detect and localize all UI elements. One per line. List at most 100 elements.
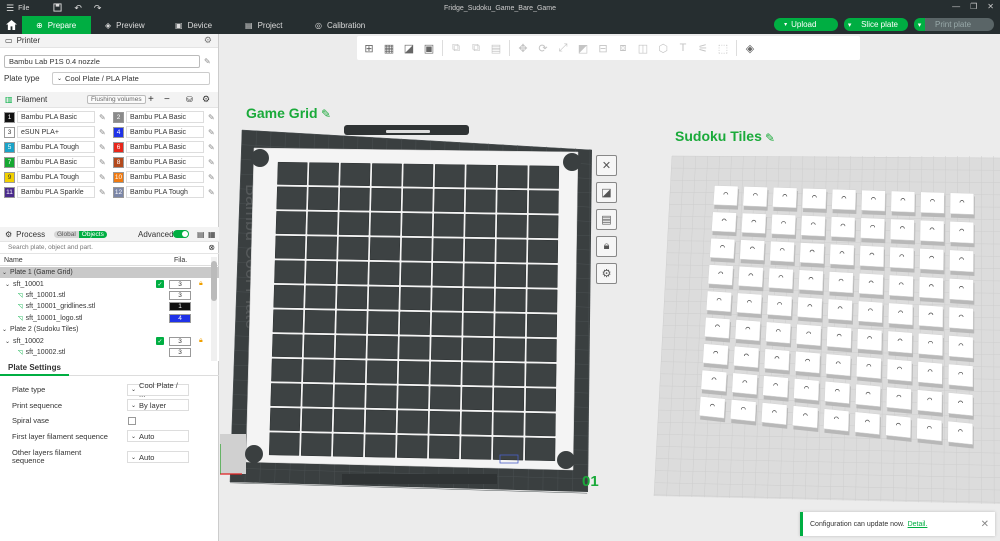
filament-color-swatch[interactable]: 9 [4, 171, 15, 183]
add-filament-icon[interactable]: + [148, 94, 154, 105]
tree-row[interactable]: ◹ sft_10001.stl 3 [0, 290, 219, 301]
orient-icon[interactable]: ◪ [399, 38, 419, 58]
filament-slot[interactable]: 8 Bambu PLA Basic ✎ [113, 156, 222, 168]
filament-color-swatch[interactable]: 8 [113, 156, 124, 168]
filament-slot[interactable]: 4 Bambu PLA Basic ✎ [113, 126, 222, 138]
close-plate-icon[interactable]: ✕ [596, 155, 617, 176]
setting-value-select[interactable]: ⌄ Auto [127, 430, 189, 443]
print-plate-button[interactable]: Print plate [925, 18, 994, 31]
edit-icon[interactable]: ✎ [99, 143, 106, 152]
flushing-volumes-button[interactable]: Flushing volumes [87, 95, 146, 104]
part-icon[interactable]: ◹ [18, 315, 23, 322]
sync-icon[interactable]: ⛁ [186, 95, 193, 104]
filament-color-swatch[interactable]: 3 [4, 126, 15, 138]
chevron-down-icon[interactable]: ⌄ [5, 338, 10, 345]
filament-slot[interactable]: 7 Bambu PLA Basic ✎ [4, 156, 113, 168]
part-icon[interactable]: ◹ [18, 292, 23, 299]
support-paint-icon[interactable]: ◫ [633, 38, 653, 58]
chevron-down-icon[interactable]: ⌄ [2, 326, 7, 333]
gear-icon[interactable]: ⚙ [202, 94, 210, 105]
filament-slot[interactable]: 2 Bambu PLA Basic ✎ [113, 111, 222, 123]
close-icon[interactable]: ✕ [981, 519, 989, 530]
filament-cell[interactable]: 1 [169, 302, 191, 312]
filament-name[interactable]: Bambu PLA Basic [126, 111, 204, 123]
lock-icon[interactable]: 🔒︎ [199, 337, 203, 345]
filament-name[interactable]: Bambu PLA Basic [126, 171, 204, 183]
filament-slot[interactable]: 3 eSUN PLA+ ✎ [4, 126, 113, 138]
visible-checkbox[interactable]: ✓ [156, 337, 164, 346]
filament-name[interactable]: Bambu PLA Tough [126, 186, 204, 198]
filament-name[interactable]: Bambu PLA Basic [17, 111, 95, 123]
filament-name[interactable]: Bambu PLA Basic [17, 156, 95, 168]
add-plate-icon[interactable]: ▦ [379, 38, 399, 58]
filament-name[interactable]: Bambu PLA Basic [126, 156, 204, 168]
filament-slot[interactable]: 12 Bambu PLA Tough ✎ [113, 186, 222, 198]
list-view-icon[interactable]: ▤ [197, 230, 205, 239]
edit-icon[interactable]: ✎ [208, 173, 215, 182]
edit-icon[interactable]: ✎ [208, 143, 215, 152]
filament-cell[interactable]: 3 [169, 279, 191, 289]
remove-filament-icon[interactable]: − [164, 94, 170, 105]
tab-prepare[interactable]: ⊕ Prepare [22, 16, 91, 34]
filament-color-swatch[interactable]: 10 [113, 171, 124, 183]
add-object-icon[interactable]: ⊞ [359, 38, 379, 58]
mesh-boolean-icon[interactable]: ⧈ [613, 38, 633, 58]
edit-plate-name-icon[interactable]: ✎ [765, 131, 775, 145]
filament-color-swatch[interactable]: 12 [113, 186, 124, 198]
print-dropdown-button[interactable]: ▾ [914, 18, 925, 31]
view-icon[interactable]: ◈ [740, 38, 760, 58]
tree-row[interactable]: ⌄ sft_10001 ✓ 🔒︎ 3 [0, 278, 219, 289]
filament-cell[interactable]: 4 [169, 313, 191, 323]
filament-name[interactable]: Bambu PLA Basic [126, 126, 204, 138]
part-icon[interactable]: ◹ [18, 303, 23, 310]
global-toggle[interactable]: Global [54, 230, 79, 238]
filament-slot[interactable]: 6 Bambu PLA Basic ✎ [113, 141, 222, 153]
lay-on-face-icon[interactable]: ◩ [573, 38, 593, 58]
slice-dropdown-button[interactable]: ▾ [844, 18, 856, 31]
filament-color-swatch[interactable]: 1 [4, 111, 15, 123]
restore-icon[interactable]: ❐ [970, 2, 977, 11]
filament-name[interactable]: Bambu PLA Basic [126, 141, 204, 153]
undo-icon[interactable]: ↶ [74, 3, 82, 14]
minimize-icon[interactable]: — [952, 2, 960, 11]
edit-plate-name-icon[interactable]: ✎ [321, 107, 331, 121]
move-icon[interactable]: ✥ [513, 38, 533, 58]
rotate-icon[interactable]: ⟳ [533, 38, 553, 58]
edit-icon[interactable]: ✎ [208, 113, 215, 122]
printer-select[interactable]: Bambu Lab P1S 0.4 nozzle [4, 54, 200, 68]
tree-row[interactable]: ◹ sft_10001_gridlines.stl 1 [0, 301, 219, 312]
arrange-plate-icon[interactable]: ▤ [596, 209, 617, 230]
chevron-down-icon[interactable]: ⌄ [2, 269, 7, 276]
measure-icon[interactable]: ⚟ [693, 38, 713, 58]
filament-color-swatch[interactable]: 6 [113, 141, 124, 153]
edit-icon[interactable]: ✎ [99, 158, 106, 167]
orient-plate-icon[interactable]: ◪ [596, 182, 617, 203]
filament-name[interactable]: Bambu PLA Tough [17, 171, 95, 183]
filament-name[interactable]: eSUN PLA+ [17, 126, 95, 138]
plate-settings-icon[interactable]: ⚙ [596, 263, 617, 284]
edit-icon[interactable]: ✎ [99, 128, 106, 137]
gear-icon[interactable]: ⚙ [204, 35, 212, 46]
save-icon[interactable] [53, 2, 62, 14]
filament-cell[interactable]: 3 [169, 290, 191, 300]
copy-icon[interactable]: ⧉ [446, 38, 466, 58]
cut-icon[interactable]: ⊟ [593, 38, 613, 58]
tree-scrollbar[interactable] [211, 257, 217, 361]
advanced-toggle[interactable] [173, 230, 189, 238]
plate-type-select[interactable]: ⌄ Cool Plate / PLA Plate [52, 71, 210, 85]
3d-viewport[interactable]: Bambu Cool Plate Game Grid ✎ Sudoku Tile… [220, 34, 1000, 541]
filament-color-swatch[interactable]: 7 [4, 156, 15, 168]
tab-calibration[interactable]: ◎ Calibration [301, 16, 379, 34]
redo-icon[interactable]: ↷ [94, 3, 102, 14]
lock-icon[interactable]: 🔒︎ [199, 280, 203, 288]
filament-color-swatch[interactable]: 5 [4, 141, 15, 153]
tree-row[interactable]: ⌄ Plate 1 (Game Grid) [0, 267, 219, 279]
filament-cell[interactable]: 3 [169, 347, 191, 357]
tree-row[interactable]: ⌄ Plate 2 (Sudoku Tiles) [0, 324, 219, 335]
tab-project[interactable]: ▤ Project [231, 16, 301, 34]
tree-row[interactable]: ◹ sft_10001_logo.stl 4 [0, 313, 219, 324]
filament-name[interactable]: Bambu PLA Sparkle [17, 186, 95, 198]
paste-icon[interactable]: ⧉ [466, 38, 486, 58]
tree-row[interactable]: ⌄ sft_10002 ✓ 🔒︎ 3 [0, 335, 219, 346]
edit-icon[interactable]: ✎ [208, 128, 215, 137]
